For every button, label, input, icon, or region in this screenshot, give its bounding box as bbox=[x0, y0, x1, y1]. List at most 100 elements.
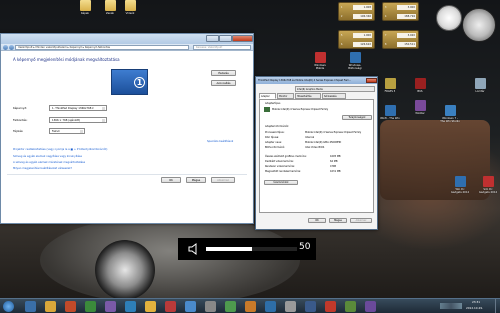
address-bar: Vezérlőpult ▸ Minden vezérlőpultelem ▸ K… bbox=[1, 44, 253, 51]
gadgets-icon bbox=[454, 176, 466, 187]
taskbar-app-icon[interactable] bbox=[345, 301, 356, 312]
graphics-card-icon bbox=[264, 107, 270, 112]
winrar-icon bbox=[414, 100, 426, 111]
taskbar-app-icon[interactable] bbox=[285, 301, 296, 312]
volume-value: 50 bbox=[299, 242, 311, 252]
desktop-icon-winrar[interactable]: WinRar bbox=[410, 100, 430, 115]
taskbar-app-icon[interactable] bbox=[105, 301, 116, 312]
close-icon[interactable] bbox=[366, 78, 377, 83]
clock-date[interactable]: 2012.10.29. bbox=[466, 306, 483, 310]
forward-arrow-icon[interactable] bbox=[9, 45, 14, 50]
desktop-icon-win7-studio[interactable]: Windows 7 - The Win Studio bbox=[440, 105, 460, 123]
volume-osd: 50 bbox=[178, 238, 316, 260]
taskbar-app-icon[interactable] bbox=[185, 301, 196, 312]
info-label: BIOS-információ: bbox=[265, 146, 286, 149]
volume-bar-fill bbox=[206, 247, 252, 251]
identify-button[interactable]: Azonosítás bbox=[211, 80, 236, 86]
dialog-ok-button[interactable]: OK bbox=[308, 218, 326, 223]
taskbar: 23:31 2012.10.29. bbox=[0, 298, 500, 313]
dialog-cancel-button[interactable]: Mégse bbox=[329, 218, 347, 223]
desktop-icon-bks[interactable]: BKS bbox=[410, 78, 430, 93]
taskbar-app-icon[interactable] bbox=[325, 301, 336, 312]
desktop-icon-sim-gadgets[interactable]: Sim Dc Gadgets 2012 bbox=[478, 176, 498, 194]
taskbar-app-icon[interactable] bbox=[305, 301, 316, 312]
gadgets-icon bbox=[482, 176, 494, 187]
win8-icon bbox=[384, 105, 396, 116]
gadget-meter-1[interactable]: 1 1.008 2 196.346 bbox=[338, 2, 375, 21]
monitor-preview[interactable]: 1 bbox=[111, 69, 148, 95]
gadget-meter-4[interactable]: 7 3.020 8 150.511 bbox=[382, 30, 419, 49]
clock-time[interactable]: 23:31 bbox=[472, 300, 480, 304]
address-field[interactable]: Vezérlőpult ▸ Minden vezérlőpultelem ▸ K… bbox=[15, 45, 189, 50]
speaker-icon bbox=[188, 243, 197, 255]
desktop-icon-win-gadgets[interactable]: Win Dc Gadgets 2012 bbox=[450, 176, 470, 194]
text-elements-link[interactable]: A szöveg és egyéb elemek méretének megvá… bbox=[13, 161, 85, 164]
desktop-icon-zenek[interactable]: Zenék bbox=[100, 0, 120, 15]
info-value: Intel Video BIOS bbox=[305, 146, 325, 149]
dialog-apply-button[interactable]: Alkalmaz bbox=[350, 218, 372, 223]
taskbar-app-icon[interactable] bbox=[25, 301, 36, 312]
show-desktop-button[interactable] bbox=[495, 299, 500, 313]
gadget-meter-2[interactable]: 3 3.000 4 188.794 bbox=[382, 2, 419, 21]
clock-gadget-icon[interactable] bbox=[436, 5, 462, 31]
wallpaper-train-shape bbox=[380, 120, 490, 200]
start-button-icon[interactable] bbox=[3, 301, 14, 312]
desktop-icon-kepek[interactable]: Képek bbox=[75, 0, 95, 15]
taskbar-app-icon[interactable] bbox=[45, 301, 56, 312]
taskbar-app-icon[interactable] bbox=[365, 301, 376, 312]
tab-strip: Intel(R) Graphics Media bbox=[259, 86, 375, 92]
close-button[interactable] bbox=[232, 35, 253, 42]
desktop-icon-win8[interactable]: Win8 - The Win bbox=[380, 105, 400, 120]
info-label: Adapter neve: bbox=[265, 141, 282, 144]
text-size-link[interactable]: Szöveg és egyéb elemek nagyítása vagy ki… bbox=[13, 155, 82, 158]
taskbar-app-icon[interactable] bbox=[225, 301, 236, 312]
orientation-select[interactable]: Fekvő bbox=[49, 128, 85, 134]
desktop-icon-windows-biztonsagi[interactable]: Windows-Biztonsági bbox=[345, 52, 365, 70]
gadget-meter-3[interactable]: 5 1.000 6 126.622 bbox=[338, 30, 375, 49]
volume-bar[interactable] bbox=[206, 247, 297, 251]
display-help-link[interactable]: Milyen megjelenítési beállításokat válas… bbox=[13, 167, 72, 170]
adapter-properties-dialog[interactable]: ThinkPad Display 1366x768 és Mobile Inte… bbox=[255, 76, 378, 230]
dialog-title[interactable]: ThinkPad Display 1366x768 és Mobile Inte… bbox=[256, 77, 377, 84]
tray-icons[interactable] bbox=[440, 303, 462, 309]
taskbar-app-icon[interactable] bbox=[85, 301, 96, 312]
tab-intel-graphics[interactable]: Intel(R) Graphics Media bbox=[295, 86, 375, 92]
window-titlebar[interactable] bbox=[1, 34, 253, 44]
apply-button[interactable]: Alkalmaz bbox=[211, 177, 235, 183]
ok-button[interactable]: OK bbox=[161, 177, 181, 183]
folder-icon bbox=[104, 0, 116, 11]
taskbar-app-icon[interactable] bbox=[265, 301, 276, 312]
adapter-panel: Adaptertípus Mobile Intel(R) 4 Series Ex… bbox=[259, 99, 374, 213]
resolution-label: Felbontás: bbox=[13, 118, 28, 122]
cancel-button[interactable]: Mégse bbox=[186, 177, 206, 183]
desktop-icon-fraps[interactable]: FRAPS 3 bbox=[380, 78, 400, 93]
desktop-icon-lomtar[interactable]: Lomtár bbox=[470, 78, 490, 93]
minimize-button[interactable] bbox=[206, 35, 219, 42]
search-input[interactable]: Keresés: Vezérlőpult bbox=[193, 45, 251, 50]
detect-button[interactable]: Észlelés bbox=[211, 70, 236, 76]
monitor-number: 1 bbox=[134, 77, 145, 88]
desktop-icon-videok[interactable]: Videók bbox=[120, 0, 140, 15]
taskbar-app-icon[interactable] bbox=[205, 301, 216, 312]
info-label: Rendszer videomemória: bbox=[265, 165, 295, 168]
maximize-button[interactable] bbox=[219, 35, 232, 42]
taskbar-app-icon[interactable] bbox=[145, 301, 156, 312]
info-value: 1631 MB bbox=[330, 170, 341, 173]
desktop-icon-windows-mobile[interactable]: Windows Mobile bbox=[310, 52, 330, 70]
taskbar-app-icon[interactable] bbox=[65, 301, 76, 312]
advanced-settings-link[interactable]: Speciális beállítások bbox=[207, 140, 233, 143]
taskbar-app-icon[interactable] bbox=[125, 301, 136, 312]
fraps-icon bbox=[384, 78, 396, 89]
display-select[interactable]: 1. ThinkPad Display 1366x768 ▾ bbox=[49, 105, 107, 111]
taskbar-app-icon[interactable] bbox=[245, 301, 256, 312]
screen-resolution-window[interactable]: Vezérlőpult ▸ Minden vezérlőpultelem ▸ K… bbox=[0, 33, 254, 224]
list-all-modes-button[interactable]: Üzemmódok bbox=[264, 180, 298, 185]
cpu-meter-gadget-icon[interactable] bbox=[462, 8, 496, 42]
back-arrow-icon[interactable] bbox=[3, 45, 8, 50]
taskbar-app-icon[interactable] bbox=[165, 301, 176, 312]
properties-button[interactable]: Tulajdonságok bbox=[342, 115, 372, 120]
resolution-select[interactable]: 1366 × 768 (ajánlott) bbox=[49, 117, 107, 123]
adapter-type-label: Adaptertípus bbox=[265, 102, 281, 105]
projector-hint[interactable]: Projektor csatlakoztatása (vagy nyomja l… bbox=[13, 148, 107, 151]
bks-icon bbox=[414, 78, 426, 89]
